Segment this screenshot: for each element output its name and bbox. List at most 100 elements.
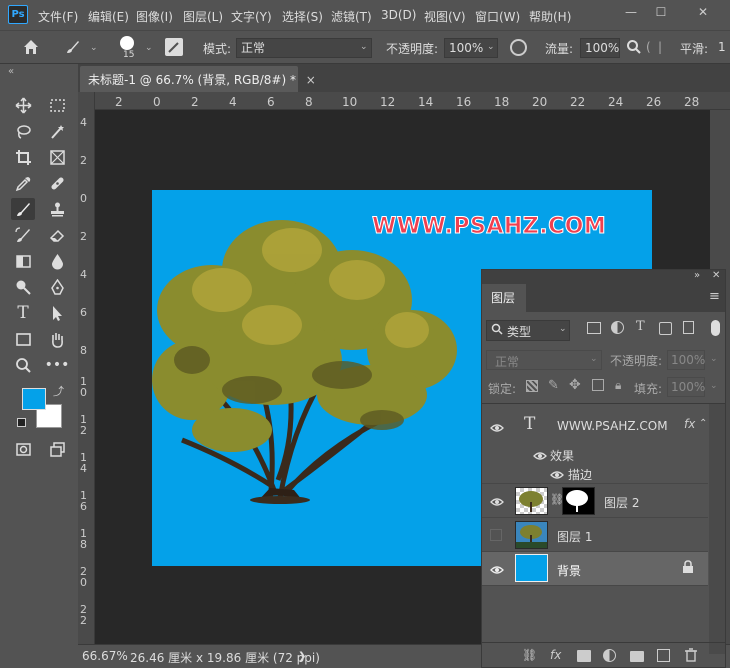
chevron-up-icon[interactable]: ⌃	[699, 418, 707, 429]
status-menu-arrow-icon[interactable]: ❯	[298, 651, 306, 662]
path-selection-tool-icon[interactable]	[45, 302, 69, 324]
lock-transparent-icon[interactable]	[526, 380, 538, 392]
gradient-tool-icon[interactable]	[11, 250, 35, 272]
brush-settings-icon[interactable]	[165, 38, 183, 56]
visibility-eye-icon[interactable]	[490, 496, 504, 506]
fx-icon[interactable]: fx	[684, 417, 695, 431]
screen-mode-icon[interactable]	[45, 438, 69, 460]
visibility-eye-icon[interactable]	[490, 422, 504, 432]
layer-thumbnail[interactable]	[515, 487, 548, 515]
airbrush-icon[interactable]: (	[646, 40, 651, 54]
brush-tool-icon[interactable]	[11, 198, 35, 220]
flow-field[interactable]: 100%	[580, 38, 620, 58]
layer-row-layer-2[interactable]: ⛓ 图层 2	[482, 484, 708, 518]
chevron-down-icon[interactable]: ⌄	[710, 354, 718, 364]
menu-edit[interactable]: 编辑(E)	[88, 8, 129, 25]
delete-layer-trash-icon[interactable]	[685, 648, 697, 665]
layer-filter-select[interactable]: 类型 ⌄	[486, 320, 570, 341]
more-tools-icon[interactable]: •••	[45, 354, 70, 376]
swap-colors-icon[interactable]: ⤴	[53, 383, 64, 399]
lasso-tool-icon[interactable]	[11, 120, 35, 142]
menu-file[interactable]: 文件(F)	[38, 8, 78, 25]
chevron-down-icon[interactable]: ⌄	[710, 381, 718, 391]
menu-window[interactable]: 窗口(W)	[475, 8, 520, 25]
hand-tool-icon[interactable]	[45, 328, 69, 350]
filter-shape-icon[interactable]	[659, 322, 672, 335]
filter-smart-object-icon[interactable]	[683, 321, 694, 334]
zoom-level[interactable]: 66.67%	[82, 649, 128, 663]
menu-select[interactable]: 选择(S)	[282, 8, 323, 25]
new-adjustment-layer-icon[interactable]	[603, 649, 616, 662]
pressure-opacity-icon[interactable]	[510, 39, 527, 56]
stroke-effect-label[interactable]: 描边	[568, 466, 592, 483]
eraser-tool-icon[interactable]	[45, 224, 69, 246]
stroke-effect-eye-icon[interactable]	[550, 469, 564, 479]
layers-scrollbar[interactable]	[709, 404, 725, 654]
chevron-down-icon[interactable]: ⌄	[145, 43, 153, 53]
menu-view[interactable]: 视图(V)	[424, 8, 466, 25]
tab-layers[interactable]: 图层	[482, 284, 526, 312]
effects-eye-icon[interactable]	[533, 450, 547, 460]
effects-label[interactable]: 效果	[550, 447, 574, 464]
lock-position-icon[interactable]: ✥	[569, 377, 581, 393]
lock-artboard-icon[interactable]	[592, 379, 604, 391]
close-tab-icon[interactable]: ×	[306, 73, 316, 87]
healing-brush-tool-icon[interactable]	[45, 172, 69, 194]
eyedropper-tool-icon[interactable]	[11, 172, 35, 194]
layer-thumbnail[interactable]	[515, 521, 548, 549]
type-tool-icon[interactable]: T	[11, 302, 35, 324]
chevron-down-icon[interactable]: ⌄	[90, 43, 98, 53]
rectangle-tool-icon[interactable]	[11, 328, 35, 350]
chevron-down-icon[interactable]: ⌄	[487, 42, 495, 52]
search-icon[interactable]	[626, 39, 642, 58]
layer-row-layer-1[interactable]: 图层 1	[482, 518, 708, 552]
smoothing-value[interactable]: 1	[718, 40, 726, 54]
pen-tool-icon[interactable]	[45, 276, 69, 298]
new-group-folder-icon[interactable]	[630, 651, 644, 662]
minimize-button[interactable]: —	[618, 2, 644, 22]
layer-name[interactable]: 背景	[557, 562, 581, 579]
lock-pixels-icon[interactable]: ✎	[548, 378, 559, 393]
add-style-fx-icon[interactable]: fx	[550, 648, 561, 662]
frame-tool-icon[interactable]	[45, 146, 69, 168]
fill-field[interactable]: 100%	[667, 377, 705, 397]
layer-row-background[interactable]: 背景	[482, 552, 708, 586]
history-brush-tool-icon[interactable]	[11, 224, 35, 246]
layer-name[interactable]: WWW.PSAHZ.COM	[557, 419, 668, 433]
new-layer-icon[interactable]	[657, 649, 670, 662]
filter-pixel-icon[interactable]	[587, 322, 601, 334]
dodge-tool-icon[interactable]	[11, 276, 35, 298]
layer-thumbnail[interactable]	[515, 554, 548, 582]
magic-wand-tool-icon[interactable]	[45, 120, 69, 142]
home-icon[interactable]	[22, 38, 40, 59]
visibility-toggle-off[interactable]	[490, 529, 502, 541]
menu-layer[interactable]: 图层(L)	[183, 8, 223, 25]
mode-select[interactable]: 正常	[236, 38, 372, 58]
menu-filter[interactable]: 滤镜(T)	[331, 8, 372, 25]
collapse-panel-icon[interactable]: »	[694, 270, 700, 281]
layer-opacity-field[interactable]: 100%	[667, 350, 705, 370]
default-colors-icon[interactable]	[17, 418, 26, 427]
layer-name[interactable]: 图层 1	[557, 528, 592, 545]
filter-toggle-icon[interactable]	[711, 320, 720, 336]
document-tab[interactable]: 未标题-1 @ 66.7% (背景, RGB/8#) * ×	[80, 66, 316, 92]
quick-mask-icon[interactable]	[11, 438, 35, 460]
filter-type-icon[interactable]: T	[636, 319, 645, 334]
restore-button[interactable]: ☐	[648, 2, 674, 22]
layer-mask-thumbnail[interactable]	[562, 487, 595, 515]
brush-size-preview-icon[interactable]	[120, 36, 134, 50]
blend-mode-select[interactable]: 正常	[486, 350, 602, 370]
lock-all-icon[interactable]: 🔒︎	[615, 378, 621, 393]
marquee-tool-icon[interactable]	[45, 94, 69, 116]
filter-adjustment-icon[interactable]	[611, 321, 624, 334]
close-button[interactable]: ✕	[690, 2, 716, 22]
zoom-tool-icon[interactable]	[11, 354, 35, 376]
collapse-toolbar-icon[interactable]: «	[8, 66, 14, 77]
layer-name[interactable]: 图层 2	[604, 494, 639, 511]
close-panel-icon[interactable]: ✕	[712, 270, 720, 281]
menu-help[interactable]: 帮助(H)	[529, 8, 571, 25]
visibility-eye-icon[interactable]	[490, 564, 504, 574]
add-mask-icon[interactable]	[577, 650, 591, 662]
clone-stamp-tool-icon[interactable]	[45, 198, 69, 220]
move-tool-icon[interactable]	[11, 94, 35, 116]
